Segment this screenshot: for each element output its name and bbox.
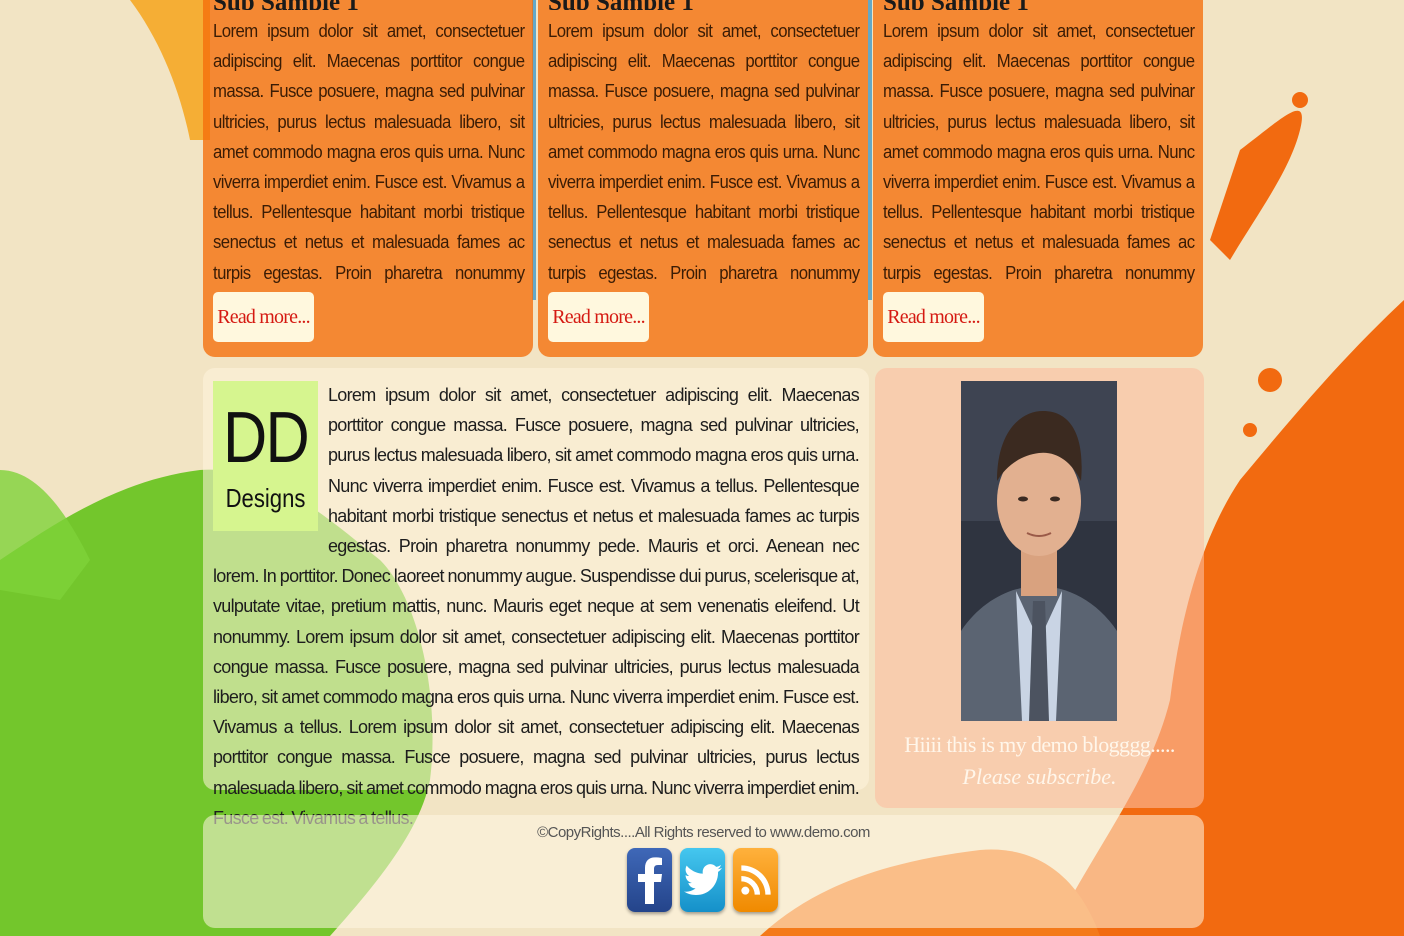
social-links bbox=[627, 848, 778, 912]
profile-panel: Hiiii this is my demo blogggg..... Pleas… bbox=[875, 368, 1204, 808]
read-more-button[interactable]: Read more... bbox=[883, 292, 984, 342]
profile-caption: Hiiii this is my demo blogggg..... bbox=[904, 732, 1175, 757]
twitter-icon[interactable] bbox=[680, 848, 725, 912]
copyright-text: ©CopyRights....All Rights reserved to ww… bbox=[537, 824, 870, 841]
logo-text-dd: DD bbox=[223, 398, 310, 478]
subscribe-caption: Please subscribe. bbox=[962, 764, 1117, 789]
post-title: Sub Sample 1 bbox=[213, 0, 523, 10]
facebook-icon[interactable] bbox=[627, 848, 672, 912]
rss-icon[interactable] bbox=[733, 848, 778, 912]
read-more-button[interactable]: Read more... bbox=[548, 292, 649, 342]
dd-designs-logo[interactable]: DD Designs bbox=[213, 381, 318, 531]
post-card: Sub Sample 1 Lorem ipsum dolor sit amet,… bbox=[538, 0, 868, 357]
post-card: Sub Sample 1 Lorem ipsum dolor sit amet,… bbox=[873, 0, 1203, 357]
post-title: Sub Sample 1 bbox=[883, 0, 1193, 10]
profile-photo bbox=[961, 381, 1117, 721]
footer: ©CopyRights....All Rights reserved to ww… bbox=[203, 815, 1204, 928]
logo-text-designs: Designs bbox=[225, 483, 306, 513]
post-title: Sub Sample 1 bbox=[548, 0, 858, 10]
post-body: Lorem ipsum dolor sit amet, consectetuer… bbox=[213, 21, 525, 313]
read-more-button[interactable]: Read more... bbox=[213, 292, 314, 342]
post-body: Lorem ipsum dolor sit amet, consectetuer… bbox=[548, 21, 860, 313]
main-article: DD Designs Lorem ipsum dolor sit amet, c… bbox=[203, 368, 869, 828]
page-content: Sub Sample 1 Lorem ipsum dolor sit amet,… bbox=[203, 0, 1204, 936]
post-card: Sub Sample 1 Lorem ipsum dolor sit amet,… bbox=[203, 0, 533, 357]
post-body: Lorem ipsum dolor sit amet, consectetuer… bbox=[883, 21, 1195, 313]
